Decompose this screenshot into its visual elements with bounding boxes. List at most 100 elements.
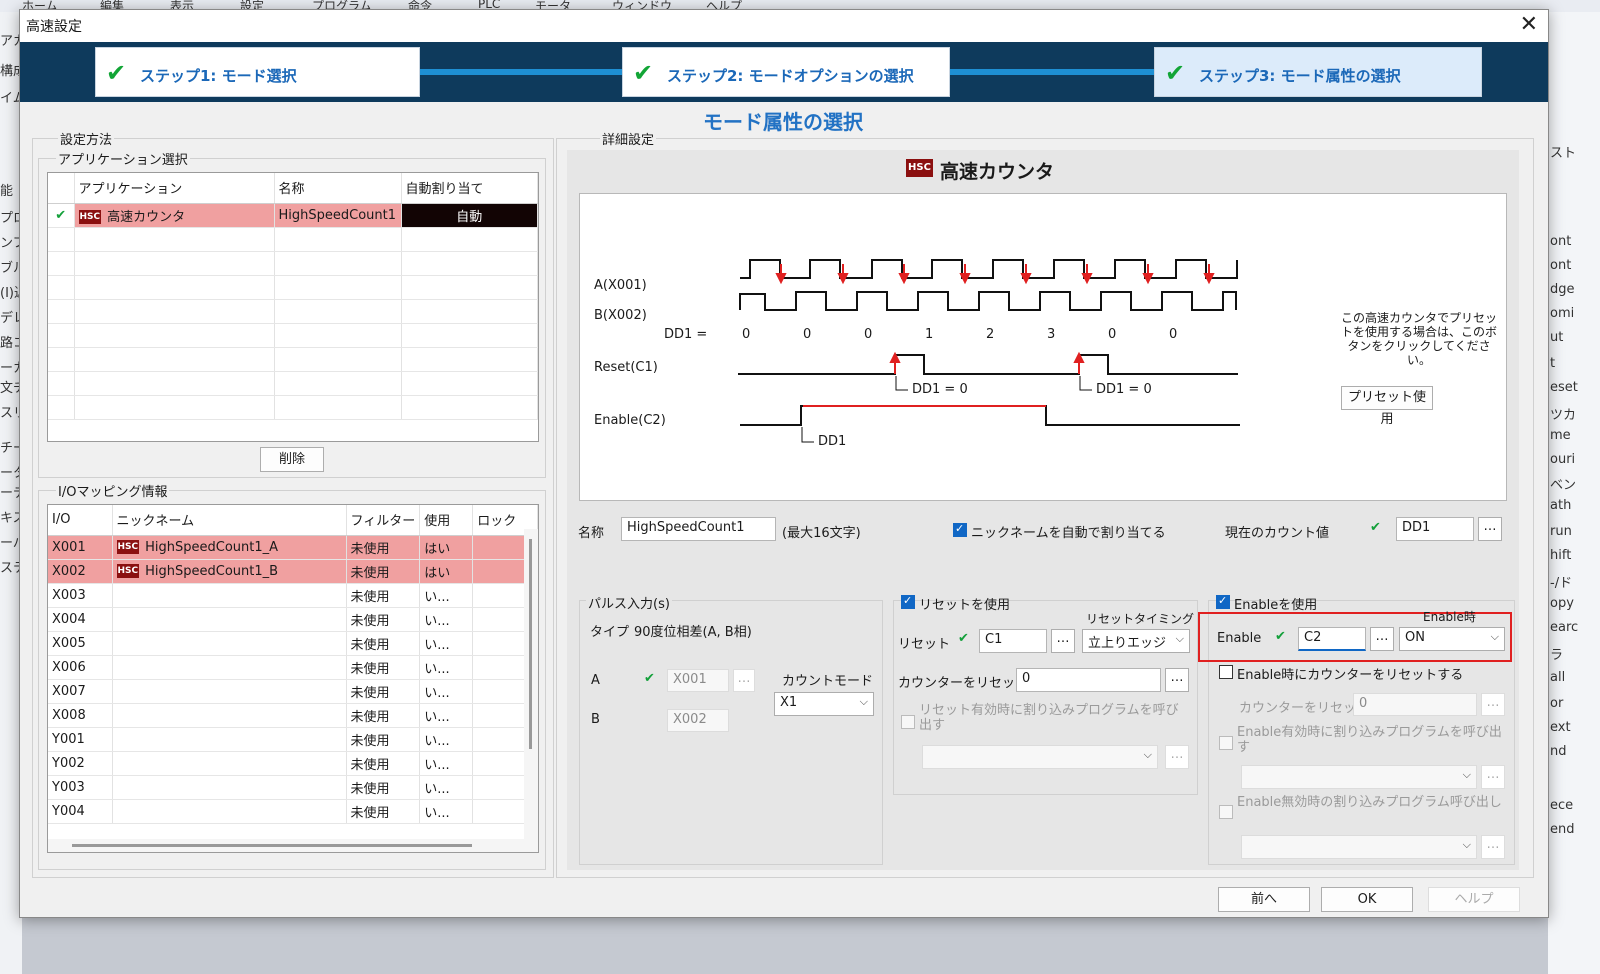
- enable-interrupt-on-checkbox[interactable]: [1219, 736, 1233, 750]
- filter-cell: 未使用: [346, 679, 421, 704]
- enable-interrupt-on-browse-button[interactable]: …: [1481, 765, 1505, 789]
- current-count-input[interactable]: DD1: [1396, 517, 1474, 541]
- name-input[interactable]: HighSpeedCount1: [621, 517, 776, 541]
- step-3[interactable]: ✔ ステップ3: モード属性の選択: [1154, 47, 1482, 97]
- use-cell: い...: [419, 679, 474, 704]
- use-cell: い...: [419, 727, 474, 752]
- auto-cell[interactable]: 自動: [401, 203, 538, 228]
- a-input[interactable]: X001: [667, 669, 729, 692]
- pulse-input-title: パルス入力(s): [586, 593, 672, 612]
- auto-nickname-checkbox[interactable]: [953, 522, 967, 537]
- enable-when-select[interactable]: ON ⌵: [1399, 627, 1505, 651]
- vertical-scrollbar[interactable]: [524, 529, 538, 839]
- column-header-io[interactable]: I/O: [48, 505, 113, 536]
- table-row[interactable]: Y004 未使用 い...: [48, 799, 538, 824]
- use-enable-label: Enableを使用: [1234, 598, 1318, 613]
- enable-interrupt-on-select[interactable]: ⌵: [1241, 765, 1477, 789]
- enable-interrupt-off-select[interactable]: ⌵: [1241, 835, 1477, 859]
- counter-reset-input[interactable]: 0: [1016, 668, 1161, 692]
- scrollbar-thumb[interactable]: [529, 539, 532, 749]
- column-header-app[interactable]: アプリケーション: [74, 173, 275, 204]
- enable-browse-button[interactable]: …: [1370, 627, 1394, 651]
- current-count-browse-button[interactable]: …: [1478, 517, 1502, 541]
- reset-interrupt-checkbox[interactable]: [901, 715, 915, 729]
- help-button[interactable]: ヘルプ: [1428, 887, 1520, 912]
- table-row[interactable]: X006 未使用 い...: [48, 655, 538, 680]
- b-input[interactable]: X002: [667, 709, 729, 732]
- preset-use-button[interactable]: プリセット使用: [1341, 386, 1433, 427]
- filter-cell: 未使用: [346, 775, 421, 800]
- ok-button[interactable]: OK: [1321, 887, 1413, 912]
- count-value: 0: [1169, 327, 1178, 342]
- io-cell: X001: [48, 535, 113, 560]
- table-row[interactable]: X008 未使用 い...: [48, 703, 538, 728]
- column-header-filter[interactable]: フィルター: [346, 505, 421, 536]
- check-icon: ✔: [1165, 59, 1186, 87]
- count-mode-value: X1: [780, 695, 798, 710]
- reset-on-enable-checkbox[interactable]: [1219, 665, 1233, 679]
- app-table: アプリケーション 名称 自動割り当て ✔ HSC 高速カウンタ HighSpeed…: [47, 172, 539, 442]
- use-cell: い...: [419, 583, 474, 608]
- reset-browse-button[interactable]: …: [1051, 629, 1075, 653]
- table-row[interactable]: X005 未使用 い...: [48, 631, 538, 656]
- column-header-auto[interactable]: 自動割り当て: [401, 173, 538, 204]
- background-label: -/ド: [1550, 576, 1573, 591]
- enable-label: Enable: [1217, 631, 1262, 646]
- table-row[interactable]: Y003 未使用 い...: [48, 775, 538, 800]
- reset-interrupt-select[interactable]: ⌵: [922, 745, 1158, 769]
- enable-input[interactable]: C2: [1298, 627, 1366, 651]
- reset-input[interactable]: C1: [979, 629, 1047, 653]
- horizontal-scrollbar[interactable]: [48, 839, 538, 852]
- scrollbar-thumb[interactable]: [72, 844, 472, 847]
- use-reset-checkbox[interactable]: [901, 594, 915, 609]
- io-cell: X002: [48, 559, 113, 584]
- table-row[interactable]: X002 HSC HighSpeedCount1_B 未使用 はい: [48, 559, 538, 584]
- count-value: 0: [742, 327, 751, 342]
- background-label: ont: [1550, 258, 1572, 273]
- counter-reset-browse-button[interactable]: …: [1165, 668, 1189, 692]
- column-header-name[interactable]: 名称: [274, 173, 402, 204]
- prev-button[interactable]: 前へ: [1218, 887, 1310, 912]
- detail-settings-title: 詳細設定: [600, 129, 657, 148]
- chevron-down-icon: ⌵: [1490, 630, 1499, 643]
- delete-button[interactable]: 削除: [260, 447, 324, 472]
- use-enable-checkbox[interactable]: [1216, 594, 1230, 609]
- table-row[interactable]: X004 未使用 い...: [48, 607, 538, 632]
- step-2[interactable]: ✔ ステップ2: モードオプションの選択: [622, 47, 950, 97]
- count-value: 0: [864, 327, 873, 342]
- a-browse-button[interactable]: …: [733, 669, 755, 692]
- use-cell: い...: [419, 799, 474, 824]
- hsc-icon: HSC: [116, 564, 140, 578]
- settings-method-title: 設定方法: [58, 129, 115, 148]
- background-label: 能: [0, 184, 14, 199]
- io-cell: X004: [48, 607, 113, 632]
- background-label: nd: [1550, 744, 1567, 759]
- filter-cell: 未使用: [346, 727, 421, 752]
- column-header-use[interactable]: 使用: [419, 505, 474, 536]
- count-value: 1: [925, 327, 934, 342]
- table-row[interactable]: Y001 未使用 い...: [48, 727, 538, 752]
- enable-interrupt-off-checkbox[interactable]: [1219, 805, 1233, 819]
- nickname-cell: HighSpeedCount1_A: [145, 539, 279, 555]
- count-value: 3: [1047, 327, 1056, 342]
- enable-counter-reset-browse-button[interactable]: …: [1481, 693, 1505, 716]
- reset-signal-label: Reset(C1): [594, 360, 658, 375]
- chevron-down-icon: ⌵: [859, 695, 868, 708]
- column-header-nickname[interactable]: ニックネーム: [112, 505, 347, 536]
- table-row[interactable]: Y002 未使用 い...: [48, 751, 538, 776]
- enable-interrupt-off-browse-button[interactable]: …: [1481, 835, 1505, 859]
- reset-interrupt-browse-button[interactable]: …: [1165, 745, 1189, 769]
- close-button[interactable]: ✕: [1520, 12, 1538, 37]
- table-row[interactable]: X001 HSC HighSpeedCount1_A 未使用 はい: [48, 535, 538, 560]
- table-row[interactable]: ✔ HSC 高速カウンタ HighSpeedCount1 自動: [48, 203, 538, 228]
- enable-when-value: ON: [1405, 630, 1425, 645]
- table-row[interactable]: X007 未使用 い...: [48, 679, 538, 704]
- step-1[interactable]: ✔ ステップ1: モード選択: [95, 47, 420, 97]
- table-row[interactable]: X003 未使用 い...: [48, 583, 538, 608]
- enable-counter-reset-input[interactable]: 0: [1353, 693, 1477, 716]
- reset-timing-select[interactable]: 立上りエッジ ⌵: [1082, 629, 1190, 653]
- count-mode-select[interactable]: X1 ⌵: [774, 692, 874, 716]
- use-cell: い...: [419, 655, 474, 680]
- preset-note: この高速カウンタでプリセットを使用する場合は、このボタンをクリックしてください。: [1340, 311, 1497, 367]
- reset-waveform: [738, 354, 1238, 375]
